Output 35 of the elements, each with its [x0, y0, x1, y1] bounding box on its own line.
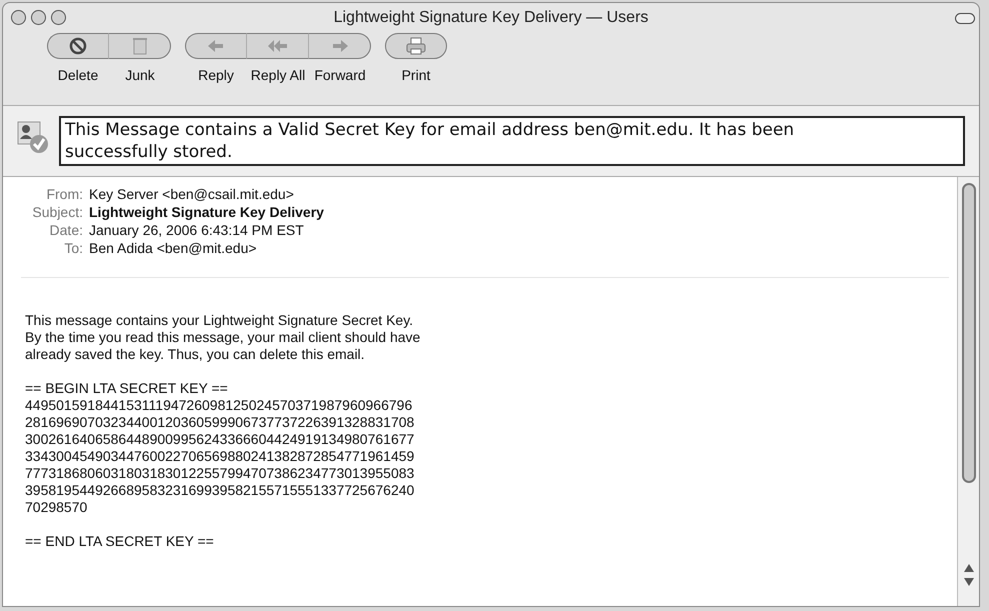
key-line: 33430045490344760022706569880241382872854771961459	[25, 448, 416, 465]
minimize-button[interactable]	[31, 10, 46, 25]
toolbar-button[interactable]: Reply	[185, 33, 247, 86]
toolbar-button[interactable]: Print	[385, 33, 447, 86]
toolbar-toggle-button[interactable]	[955, 13, 975, 24]
header-value: Ben Adida <ben@mit.edu>	[89, 239, 257, 257]
header-value: January 26, 2006 6:43:14 PM EST	[89, 221, 304, 239]
key-begin-marker: == BEGIN LTA SECRET KEY ==	[25, 380, 229, 397]
key-status-message: This Message contains a Valid Secret Key for email address ben@mit.edu. It has been successfully stored.	[59, 116, 965, 166]
key-end-marker: == END LTA SECRET KEY ==	[25, 533, 215, 550]
key-line: 77731868060318031830122557994707386234773013955083	[25, 465, 416, 482]
printer-icon	[404, 36, 428, 56]
header-label: Subject:	[31, 203, 83, 221]
contact-check-icon	[17, 120, 49, 154]
key-line: 30026164065864489009956243366604424919134980761677	[25, 431, 416, 448]
toolbar-button[interactable]: Forward	[309, 33, 371, 86]
header-label: From:	[45, 185, 83, 203]
zoom-button[interactable]	[51, 10, 66, 25]
header-label: Date:	[48, 221, 83, 239]
toolbar-button[interactable]: Junk	[109, 33, 171, 86]
scroll-down-button[interactable]	[964, 578, 974, 586]
key-line: 28169690703234400120360599906737737226391328831708	[25, 414, 416, 431]
header-value: Key Server <ben@csail.mit.edu>	[89, 185, 294, 203]
header-label: To:	[63, 239, 83, 257]
window-title: Lightweight Signature Key Delivery — Users	[334, 8, 648, 28]
scrollbar-thumb[interactable]	[962, 183, 976, 483]
toolbar-button[interactable]: Reply All	[247, 33, 309, 86]
key-line: 70298570	[25, 499, 88, 516]
toolbar-button[interactable]: Delete	[47, 33, 109, 86]
message-paragraph: This message contains your Lightweight Signature Secret Key. By the time you read this message, your mail client should have already saved the key. Thus, you can delete this email.	[25, 312, 422, 363]
key-line: 44950159184415311194726098125024570371987960966796	[25, 397, 414, 414]
header-value: Lightweight Signature Key Delivery	[89, 203, 324, 221]
scroll-up-button[interactable]	[964, 564, 974, 572]
close-button[interactable]	[11, 10, 26, 25]
key-line: 39581954492668958323169939582155715551337725676240	[25, 482, 416, 499]
